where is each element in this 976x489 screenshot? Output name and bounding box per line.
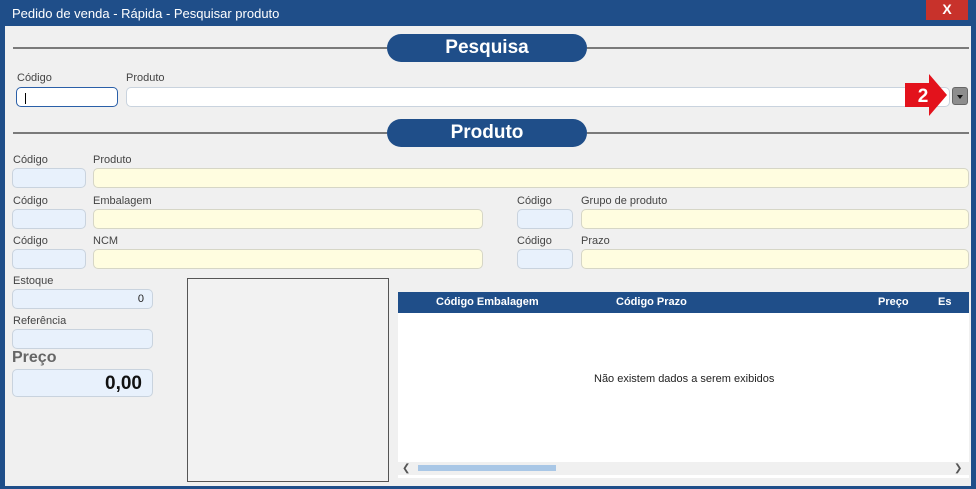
close-button[interactable]: X [926, 0, 968, 20]
separator-right-2 [587, 132, 969, 134]
section-title-produto: Produto [387, 119, 587, 147]
text-caret [25, 93, 26, 104]
column-codigo-embalagem[interactable]: Código Embalagem [436, 296, 539, 308]
codigo-label-1: Código [13, 154, 48, 166]
arrow-badge-icon: 2 [905, 74, 947, 116]
prazo-codigo-field [517, 249, 573, 269]
grupo-produto-label: Grupo de produto [581, 195, 668, 207]
close-icon[interactable]: X [942, 1, 951, 17]
produto-label: Produto [126, 72, 165, 84]
prazo-field [581, 249, 969, 269]
grupo-codigo-field [517, 209, 573, 229]
product-image [187, 278, 389, 482]
embalagem-field [93, 209, 483, 229]
separator-left [13, 47, 387, 49]
search-produto-input[interactable] [126, 87, 950, 107]
scrollbar-thumb[interactable] [418, 465, 556, 471]
embalagem-codigo-field [12, 209, 86, 229]
horizontal-scrollbar[interactable]: ❮ ❯ [398, 462, 969, 475]
column-preco[interactable]: Preço [878, 296, 909, 308]
ncm-field [93, 249, 483, 269]
price-grid: Código Embalagem Código Prazo Preço Es N… [398, 292, 969, 478]
scroll-left-icon[interactable]: ❮ [402, 463, 410, 474]
estoque-field: 0 [12, 289, 153, 309]
section-title-pesquisa: Pesquisa [387, 34, 587, 62]
codigo-label-prazo: Código [517, 235, 552, 247]
badge-number: 2 [918, 86, 929, 107]
embalagem-label: Embalagem [93, 195, 152, 207]
grupo-produto-field [581, 209, 969, 229]
preco-label: Preço [12, 349, 57, 366]
column-codigo-prazo[interactable]: Código Prazo [616, 296, 687, 308]
produto-codigo-field [12, 168, 86, 188]
grid-header: Código Embalagem Código Prazo Preço Es [398, 292, 969, 313]
window-title: Pedido de venda - Rápida - Pesquisar pro… [12, 6, 280, 21]
chevron-down-icon [957, 95, 963, 99]
search-codigo-input[interactable] [16, 87, 118, 107]
prazo-label: Prazo [581, 235, 610, 247]
scroll-right-icon[interactable]: ❯ [954, 463, 962, 474]
referencia-label: Referência [13, 315, 67, 327]
codigo-label: Código [17, 72, 52, 84]
empty-message: Não existem dados a serem exibidos [594, 373, 775, 385]
separator-right [587, 47, 969, 49]
produto-label-1: Produto [93, 154, 132, 166]
separator-left-2 [13, 132, 387, 134]
title-bar: Pedido de venda - Rápida - Pesquisar pro… [0, 0, 976, 26]
codigo-label-2: Código [13, 195, 48, 207]
column-estoque[interactable]: Es [938, 296, 951, 308]
produto-dropdown-button[interactable] [952, 87, 968, 105]
estoque-value: 0 [137, 293, 144, 305]
referencia-field [12, 329, 153, 349]
codigo-label-grupo: Código [517, 195, 552, 207]
dialog-window: Pedido de venda - Rápida - Pesquisar pro… [0, 0, 976, 489]
estoque-label: Estoque [13, 275, 54, 287]
preco-field: 0,00 [12, 369, 153, 397]
ncm-codigo-field [12, 249, 86, 269]
preco-value: 0,00 [105, 373, 142, 394]
ncm-label: NCM [93, 235, 119, 247]
codigo-label-3: Código [13, 235, 48, 247]
produto-descricao-field [93, 168, 969, 188]
dialog-content: Pesquisa Código Produto 2 Produto Código… [5, 26, 971, 486]
